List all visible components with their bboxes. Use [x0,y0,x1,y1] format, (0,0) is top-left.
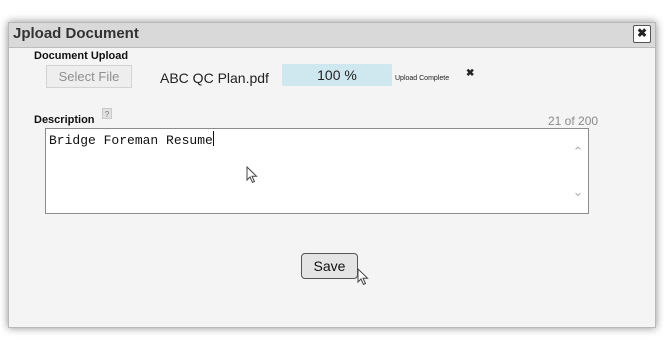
scroll-up-icon[interactable]: ⌃ [570,145,586,159]
description-textarea[interactable]: Bridge Foreman Resume ⌃ ⌄ [45,128,589,214]
document-upload-label: Document Upload [34,50,129,62]
upload-status-text: Upload Complete [395,75,450,82]
character-count: 21 of 200 [548,114,599,128]
description-label: Description [34,114,95,126]
upload-progress-bar: 100 % [282,64,392,86]
select-file-button[interactable]: Select File [46,65,132,88]
text-caret [212,131,214,146]
mouse-pointer-icon [357,268,369,286]
close-button[interactable]: ✖ [633,25,651,43]
save-button[interactable]: Save [301,253,358,279]
scroll-down-icon[interactable]: ⌄ [570,185,586,199]
description-text: Bridge Foreman Resume [49,133,213,148]
remove-file-icon[interactable]: ✖ [466,68,474,79]
help-icon[interactable]: ? [102,108,112,119]
upload-progress-text: 100 % [317,67,357,83]
dialog-title: Jpload Document [13,25,139,42]
dialog-titlebar: Jpload Document ✖ [9,23,655,48]
mouse-cursor-icon [246,166,258,184]
uploaded-filename: ABC QC Plan.pdf [160,70,269,86]
close-icon: ✖ [636,26,648,40]
